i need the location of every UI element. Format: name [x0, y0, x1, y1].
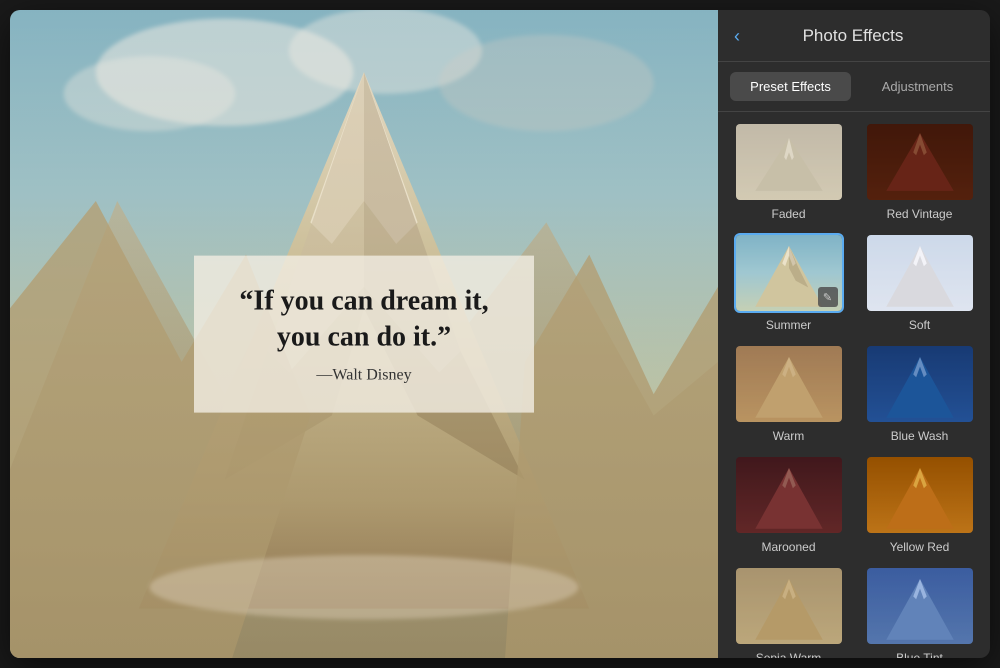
quote-text: “If you can dream it, you can do it.”: [230, 284, 498, 357]
tab-adjustments[interactable]: Adjustments: [857, 72, 978, 101]
edit-badge: ✎: [818, 287, 838, 307]
effect-warm-thumb: [734, 344, 844, 424]
effect-soft-label: Soft: [909, 318, 930, 332]
effect-sepia-warm[interactable]: Sepia Warm: [728, 566, 849, 658]
effect-yellow-red[interactable]: Yellow Red: [859, 455, 980, 554]
effect-soft-thumb: [865, 233, 975, 313]
effect-yellow-red-thumb: [865, 455, 975, 535]
effect-soft[interactable]: Soft: [859, 233, 980, 332]
effect-blue-tint-thumb: [865, 566, 975, 646]
effect-blue-wash-label: Blue Wash: [891, 429, 949, 443]
effect-summer-thumb: ✎: [734, 233, 844, 313]
effect-blue-wash[interactable]: Blue Wash: [859, 344, 980, 443]
effect-summer-label: Summer: [766, 318, 811, 332]
effect-blue-tint[interactable]: Blue Tint: [859, 566, 980, 658]
quote-box: “If you can dream it, you can do it.” —W…: [194, 256, 534, 413]
quote-author: —Walt Disney: [230, 366, 498, 384]
effect-red-vintage-label: Red Vintage: [887, 207, 953, 221]
effect-red-vintage-thumb: [865, 122, 975, 202]
effect-faded-thumb: [734, 122, 844, 202]
back-button[interactable]: ‹: [734, 27, 740, 45]
app-container: “If you can dream it, you can do it.” —W…: [10, 10, 990, 658]
effect-marooned[interactable]: Marooned: [728, 455, 849, 554]
effect-warm-label: Warm: [773, 429, 805, 443]
effect-warm[interactable]: Warm: [728, 344, 849, 443]
tab-preset-effects[interactable]: Preset Effects: [730, 72, 851, 101]
effects-panel: ‹ Photo Effects Preset Effects Adjustmen…: [718, 10, 990, 658]
photo-canvas: “If you can dream it, you can do it.” —W…: [10, 10, 718, 658]
effect-yellow-red-label: Yellow Red: [890, 540, 950, 554]
panel-header: ‹ Photo Effects: [718, 10, 990, 62]
panel-title: Photo Effects: [752, 26, 974, 46]
effect-marooned-thumb: [734, 455, 844, 535]
effect-faded[interactable]: Faded: [728, 122, 849, 221]
effect-summer[interactable]: ✎ Summer: [728, 233, 849, 332]
effect-sepia-warm-thumb: [734, 566, 844, 646]
effect-red-vintage[interactable]: Red Vintage: [859, 122, 980, 221]
effect-marooned-label: Marooned: [761, 540, 815, 554]
effect-sepia-warm-label: Sepia Warm: [756, 651, 822, 658]
effect-blue-tint-label: Blue Tint: [896, 651, 943, 658]
tab-bar: Preset Effects Adjustments: [718, 62, 990, 112]
effect-faded-label: Faded: [771, 207, 805, 221]
effect-blue-wash-thumb: [865, 344, 975, 424]
pencil-icon: ✎: [823, 291, 832, 304]
effects-grid: Faded: [718, 112, 990, 658]
